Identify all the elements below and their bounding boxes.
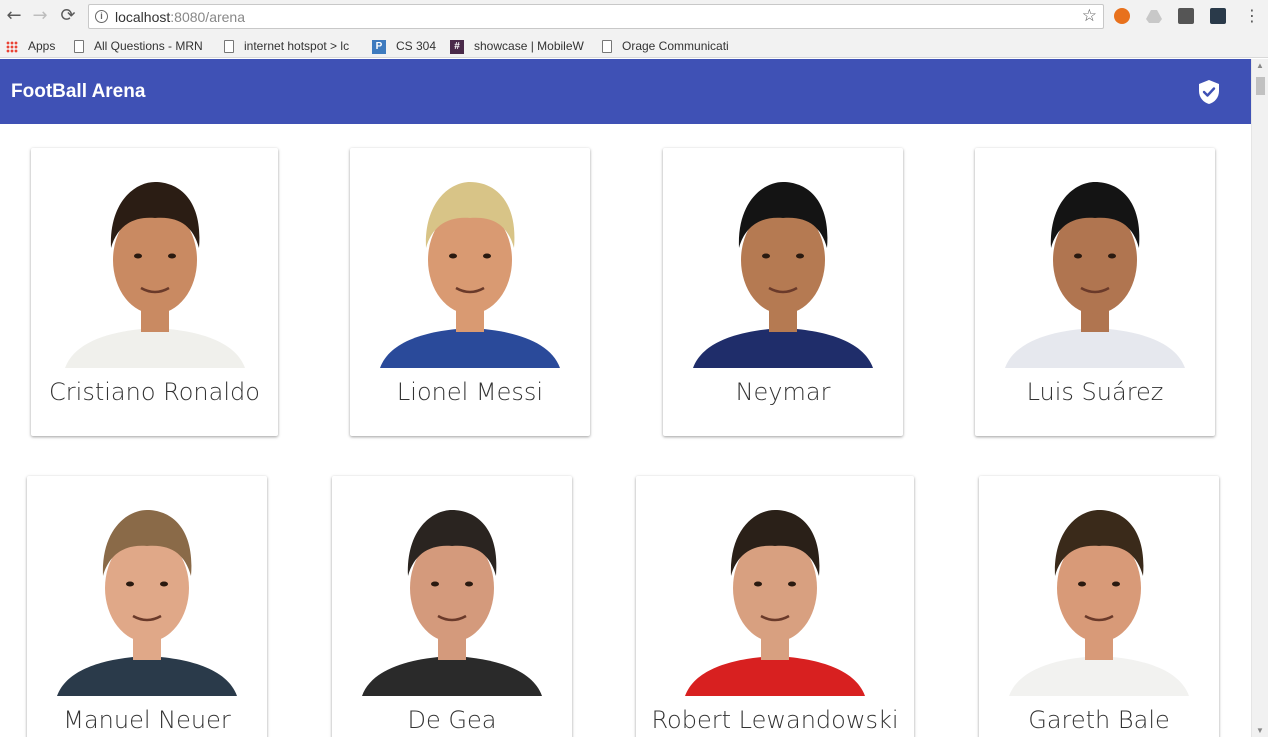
player-photo — [380, 182, 560, 368]
bookmark-item[interactable]: # showcase | MobileW — [450, 37, 586, 55]
player-photo — [362, 510, 542, 696]
bookmark-label: Apps — [28, 39, 56, 53]
scroll-down-icon[interactable]: ▼ — [1256, 726, 1264, 735]
portrait-shirt — [57, 656, 237, 696]
bookmark-label: Orage Communicati — [622, 39, 729, 53]
bookmark-label: internet hotspot > lc — [244, 39, 350, 53]
extension-dark-icon[interactable] — [1178, 8, 1194, 24]
extension-blue-icon[interactable] — [1210, 8, 1226, 24]
player-photo — [685, 510, 865, 696]
menu-icon[interactable]: ⋮ — [1244, 6, 1260, 26]
vertical-scrollbar[interactable]: ▲ ▼ — [1251, 59, 1268, 737]
player-name: Luis Suárez — [1026, 378, 1164, 406]
portrait-eye — [160, 581, 168, 587]
bookmark-label: CS 304 — [396, 39, 437, 53]
url-path: :8080/arena — [170, 9, 245, 25]
portrait-eye — [126, 581, 134, 587]
portrait-shirt — [64, 328, 245, 368]
bookmark-apps[interactable]: Apps — [6, 37, 66, 55]
player-card[interactable]: Neymar — [663, 148, 903, 436]
player-photo — [693, 182, 873, 368]
p-icon: P — [372, 39, 386, 54]
portrait-shirt — [362, 656, 542, 696]
bookmark-item[interactable]: P CS 304 — [372, 37, 442, 55]
player-card[interactable]: Robert Lewandowski — [636, 476, 914, 737]
player-photo — [1005, 182, 1185, 368]
portrait-eye — [1078, 581, 1086, 587]
page-icon — [224, 40, 234, 54]
shield-check-icon[interactable] — [1197, 79, 1221, 105]
player-card[interactable]: Lionel Messi — [350, 148, 590, 436]
hash-icon: # — [450, 39, 464, 54]
bookmark-item[interactable]: internet hotspot > lc — [224, 37, 358, 55]
player-name: Gareth Bale — [1028, 706, 1170, 734]
app-title: FootBall Arena — [11, 81, 146, 102]
player-card[interactable]: Manuel Neuer — [27, 476, 267, 737]
back-icon[interactable]: ← — [4, 6, 24, 26]
player-card[interactable]: Cristiano Ronaldo — [31, 148, 278, 436]
url-host: localhost — [115, 9, 171, 25]
scroll-up-icon[interactable]: ▲ — [1256, 61, 1264, 70]
portrait-eye — [1074, 253, 1082, 259]
player-name: Lionel Messi — [396, 378, 544, 406]
bookmark-star-icon[interactable]: ☆ — [1082, 6, 1097, 26]
player-photo — [64, 182, 245, 368]
player-card[interactable]: De Gea — [332, 476, 572, 737]
page-icon — [602, 40, 612, 54]
info-icon[interactable]: i — [95, 10, 108, 23]
portrait-shirt — [685, 656, 865, 696]
player-name: De Gea — [407, 706, 497, 734]
extension-orange-icon[interactable] — [1114, 8, 1130, 24]
portrait-eye — [465, 581, 473, 587]
portrait-eye — [1112, 581, 1120, 587]
player-name: Manuel Neuer — [63, 706, 231, 734]
apps-grid-icon — [6, 40, 18, 53]
portrait-eye — [431, 581, 439, 587]
portrait-eye — [133, 253, 142, 259]
portrait-eye — [449, 253, 457, 259]
player-name: Cristiano Ronaldo — [49, 378, 260, 406]
bookmark-label: showcase | MobileW — [474, 39, 584, 53]
player-photo — [1009, 510, 1189, 696]
player-name: Neymar — [735, 378, 831, 406]
portrait-eye — [483, 253, 491, 259]
portrait-eye — [796, 253, 804, 259]
forward-icon[interactable]: → — [30, 6, 50, 26]
player-photo — [57, 510, 237, 696]
browser-toolbar: ← → ⟳ i localhost:8080/arena ☆ ⋮ — [0, 0, 1268, 34]
url-text[interactable]: localhost:8080/arena — [115, 9, 245, 25]
portrait-eye — [1108, 253, 1116, 259]
portrait-eye — [788, 581, 796, 587]
portrait-shirt — [1005, 328, 1185, 368]
portrait-shirt — [693, 328, 873, 368]
address-bar[interactable]: i localhost:8080/arena ☆ — [88, 4, 1104, 29]
app-bar: FootBall Arena — [0, 59, 1251, 124]
drive-icon[interactable] — [1146, 8, 1162, 24]
player-card[interactable]: Luis Suárez — [975, 148, 1215, 436]
player-card[interactable]: Gareth Bale — [979, 476, 1219, 737]
bookmarks-bar: Apps All Questions - MRN internet hotspo… — [0, 34, 1268, 58]
page-icon — [74, 40, 84, 54]
portrait-shirt — [380, 328, 560, 368]
bookmark-item[interactable]: All Questions - MRN — [74, 37, 208, 55]
bookmark-label: All Questions - MRN — [94, 39, 203, 53]
reload-icon[interactable]: ⟳ — [58, 6, 78, 26]
portrait-eye — [762, 253, 770, 259]
bookmark-item[interactable]: Orage Communicati — [602, 37, 738, 55]
player-name: Robert Lewandowski — [651, 706, 899, 734]
scroll-thumb[interactable] — [1256, 77, 1265, 95]
portrait-eye — [167, 253, 176, 259]
portrait-shirt — [1009, 656, 1189, 696]
portrait-eye — [754, 581, 762, 587]
page-viewport: FootBall Arena Cristiano Ronaldo Lionel … — [0, 59, 1251, 737]
